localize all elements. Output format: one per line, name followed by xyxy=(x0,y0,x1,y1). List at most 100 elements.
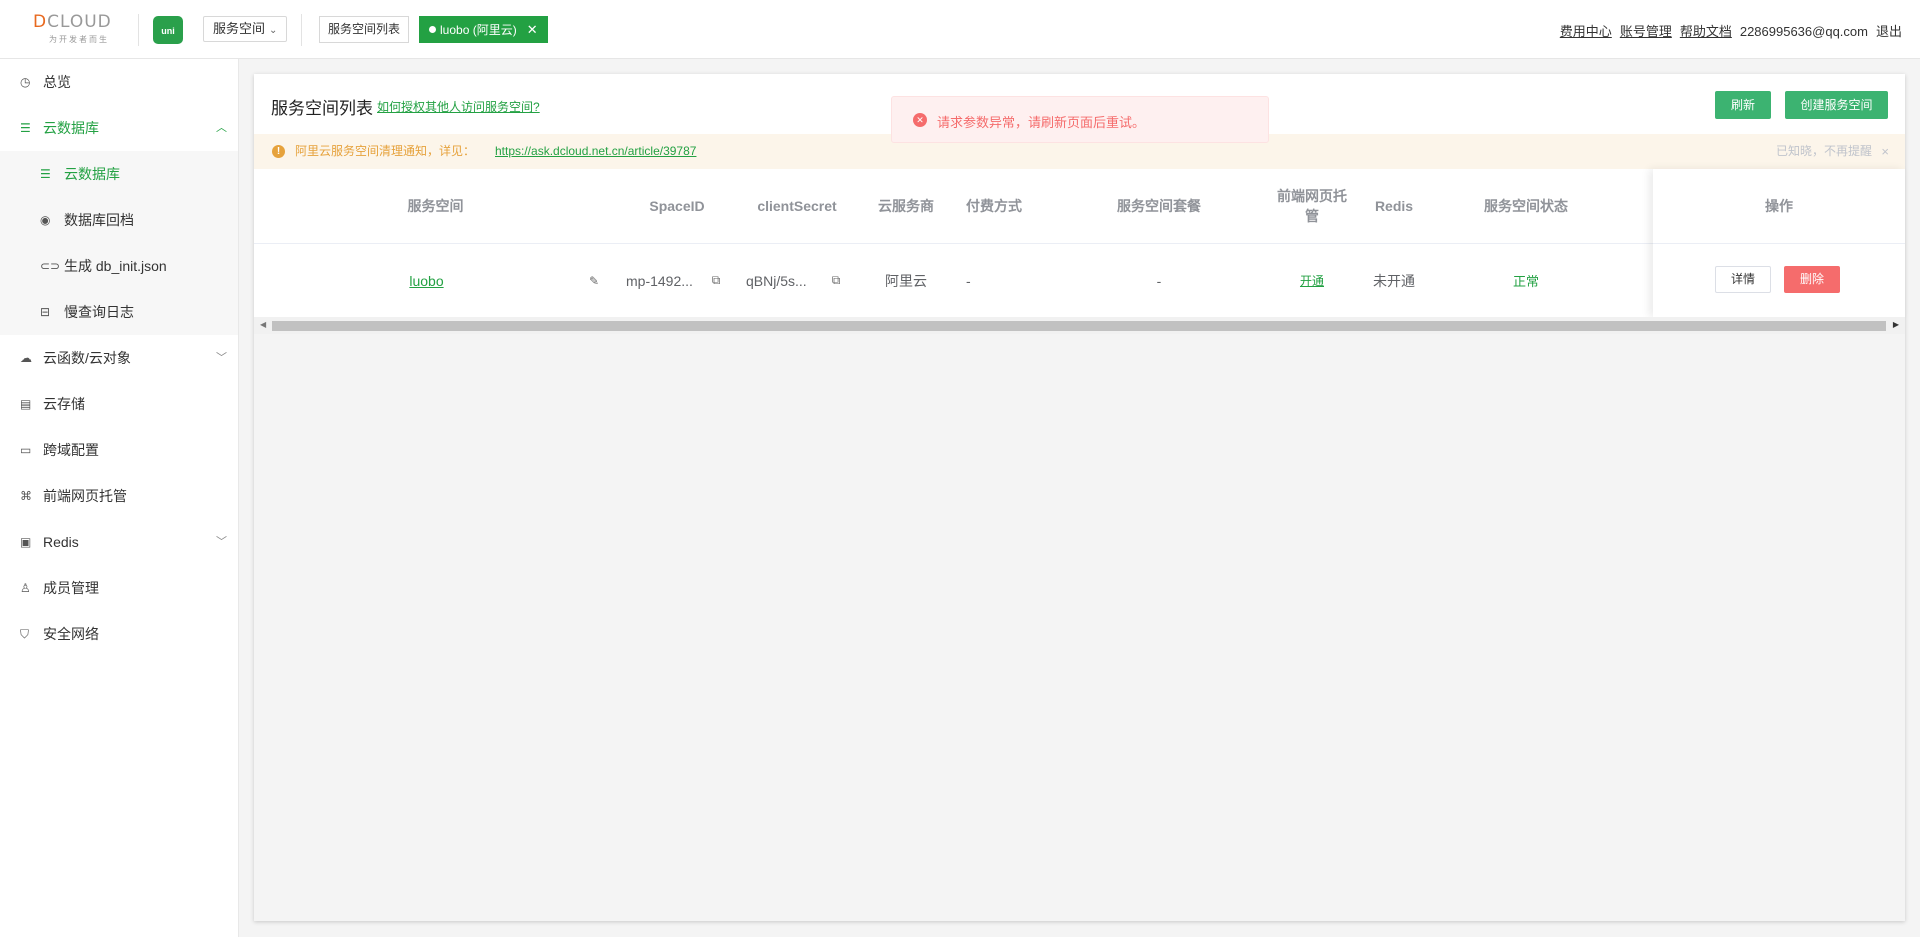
link-icon: ⊂⊃ xyxy=(40,259,61,273)
scroll-right-icon[interactable]: ▶ xyxy=(1893,320,1899,329)
clientsecret-cell: qBNj/5s... xyxy=(746,272,807,289)
sidebar-item-cloud-storage[interactable]: ▤ 云存储 xyxy=(0,381,238,427)
copy-icon[interactable]: ⧉ xyxy=(826,244,846,317)
horizontal-scrollbar[interactable]: ◀ ▶ xyxy=(254,317,1905,334)
database-icon: ☰ xyxy=(20,121,31,135)
sidebar-item-label: 总览 xyxy=(43,74,71,90)
col-header-hosting: 前端网页托管 xyxy=(1277,188,1347,224)
sidebar-item-cloud-functions[interactable]: ☁ 云函数/云对象 ﹀ xyxy=(0,335,238,381)
sidebar-item-label: 云函数/云对象 xyxy=(43,350,131,366)
dismiss-notice-button[interactable]: 已知晓，不再提醒 xyxy=(1776,134,1872,169)
top-header: DCLOUD 为开发者而生 uni 服务空间 ⌄ 服务空间列表 luobo (阿里… xyxy=(0,0,1920,59)
enable-hosting-link[interactable]: 开通 xyxy=(1300,272,1324,289)
sidebar-item-label: 数据库回档 xyxy=(64,212,134,228)
shield-icon: ⛉ xyxy=(20,627,30,641)
col-header-payment: 付费方式 xyxy=(966,198,1022,214)
copy-icon[interactable]: ⧉ xyxy=(706,244,726,317)
database-submenu: ☰ 云数据库 ◉ 数据库回档 ⊂⊃ 生成 db_init.json ⊟ 慢查询日… xyxy=(0,151,238,335)
tab-active-space[interactable]: luobo (阿里云) ✕ xyxy=(419,16,548,43)
sidebar-item-security-network[interactable]: ⛉ 安全网络 xyxy=(0,611,238,657)
space-select-label: 服务空间 xyxy=(213,21,266,36)
ops-column: 操作 详情 删除 xyxy=(1653,169,1905,317)
log-icon: ⊟ xyxy=(40,305,51,319)
billing-link[interactable]: 费用中心 xyxy=(1560,24,1612,39)
sidebar-item-label: 云数据库 xyxy=(64,166,120,182)
sidebar-item-web-hosting[interactable]: ⌘ 前端网页托管 xyxy=(0,473,238,519)
cloud-icon: ☁ xyxy=(20,351,32,365)
notice-link[interactable]: https://ask.dcloud.net.cn/article/39787 xyxy=(495,134,696,169)
sidebar-item-label: 成员管理 xyxy=(43,580,99,596)
edit-icon[interactable]: ✎ xyxy=(579,244,609,317)
error-toast: ✕ 请求参数异常，请刷新页面后重试。 xyxy=(891,96,1269,143)
storage-icon: ▤ xyxy=(20,397,32,411)
table-row-space: luobo xyxy=(254,244,599,317)
hosting-icon: ⌘ xyxy=(20,489,32,503)
logo-text: DCLOUD xyxy=(33,12,112,32)
sidebar-item-label: 慢查询日志 xyxy=(64,304,134,320)
payment-cell: - xyxy=(966,272,971,289)
account-link[interactable]: 账号管理 xyxy=(1620,24,1672,39)
sidebar-item-label: 云存储 xyxy=(43,396,85,412)
sidebar-item-label: 云数据库 xyxy=(43,120,99,136)
help-docs-link[interactable]: 帮助文档 xyxy=(1680,24,1732,39)
col-header-redis: Redis xyxy=(1374,198,1414,214)
sidebar-subitem-db-init[interactable]: ⊂⊃ 生成 db_init.json xyxy=(0,243,238,289)
spaceid-cell: mp-1492... xyxy=(626,272,693,289)
delete-button[interactable]: 删除 xyxy=(1784,266,1840,293)
header-divider xyxy=(138,14,139,46)
scroll-thumb[interactable] xyxy=(272,321,1886,331)
space-name-link[interactable]: luobo xyxy=(409,273,443,289)
col-header-status: 服务空间状态 xyxy=(1484,198,1568,214)
col-header-plan: 服务空间套餐 xyxy=(1117,198,1201,214)
notice-text: 阿里云服务空间清理通知，详见： xyxy=(295,144,476,158)
sidebar-item-label: 生成 db_init.json xyxy=(64,258,167,274)
error-icon: ✕ xyxy=(913,113,927,127)
logo-wordmark: CLOUD xyxy=(47,12,112,32)
chevron-down-icon: ﹀ xyxy=(216,352,227,364)
sidebar-item-label: 跨域配置 xyxy=(43,442,99,458)
refresh-button[interactable]: 刷新 xyxy=(1715,91,1771,119)
warning-icon: ! xyxy=(272,145,285,158)
chevron-down-icon: ⌄ xyxy=(269,25,278,36)
active-dot-icon xyxy=(429,26,436,33)
sidebar-item-label: 安全网络 xyxy=(43,626,99,642)
user-email[interactable]: 2286995636@qq.com xyxy=(1740,24,1868,39)
scroll-left-icon[interactable]: ◀ xyxy=(260,320,266,329)
detail-button[interactable]: 详情 xyxy=(1715,266,1771,293)
sidebar-item-redis[interactable]: ▣ Redis ﹀ xyxy=(0,519,238,565)
create-space-button[interactable]: 创建服务空间 xyxy=(1785,91,1888,119)
redis-icon: ▣ xyxy=(20,535,32,549)
authorize-help-link[interactable]: 如何授权其他人访问服务空间? xyxy=(377,98,540,115)
sidebar-item-label: 前端网页托管 xyxy=(43,488,127,504)
row-divider xyxy=(1653,243,1905,244)
header-divider xyxy=(301,14,302,46)
tab-space-list[interactable]: 服务空间列表 xyxy=(319,16,410,43)
toast-message: 请求参数异常，请刷新页面后重试。 xyxy=(937,115,1146,130)
col-header-space: 服务空间 xyxy=(407,198,464,214)
col-header-clientsecret: clientSecret xyxy=(757,198,837,214)
dcloud-logo[interactable]: DCLOUD 为开发者而生 xyxy=(33,12,125,46)
provider-cell: 阿里云 xyxy=(885,272,927,289)
sidebar-item-cloud-database[interactable]: ☰ 云数据库 ︿ xyxy=(0,105,238,151)
sidebar-item-label: Redis xyxy=(43,534,79,550)
sidebar-item-cors[interactable]: ▭ 跨域配置 xyxy=(0,427,238,473)
sidebar-item-members[interactable]: ♙ 成员管理 xyxy=(0,565,238,611)
logout-link[interactable]: 退出 xyxy=(1876,24,1902,39)
sidebar-subitem-cloud-database[interactable]: ☰ 云数据库 xyxy=(0,151,238,197)
close-icon[interactable]: × xyxy=(1881,134,1889,169)
col-header-spaceid: SpaceID xyxy=(649,198,705,214)
sidebar-subitem-db-restore[interactable]: ◉ 数据库回档 xyxy=(0,197,238,243)
col-header-provider: 云服务商 xyxy=(878,198,934,214)
close-icon[interactable]: ✕ xyxy=(527,22,538,37)
uni-app-icon[interactable]: uni xyxy=(153,16,183,44)
space-select[interactable]: 服务空间 ⌄ xyxy=(203,16,288,42)
header-right: 费用中心 账号管理 帮助文档 2286995636@qq.com 退出 xyxy=(1552,21,1902,40)
sidebar-subitem-slow-query-log[interactable]: ⊟ 慢查询日志 xyxy=(0,289,238,335)
space-list-card: 服务空间列表 如何授权其他人访问服务空间? 刷新 创建服务空间 ! 阿里云服务空… xyxy=(254,74,1905,921)
member-icon: ♙ xyxy=(20,581,31,595)
sidebar-item-overview[interactable]: ◷ 总览 xyxy=(0,59,238,105)
page-title: 服务空间列表 xyxy=(271,99,373,118)
plan-cell: - xyxy=(1156,272,1162,289)
chevron-up-icon: ︿ xyxy=(216,122,227,134)
col-header-ops: 操作 xyxy=(1765,198,1793,214)
